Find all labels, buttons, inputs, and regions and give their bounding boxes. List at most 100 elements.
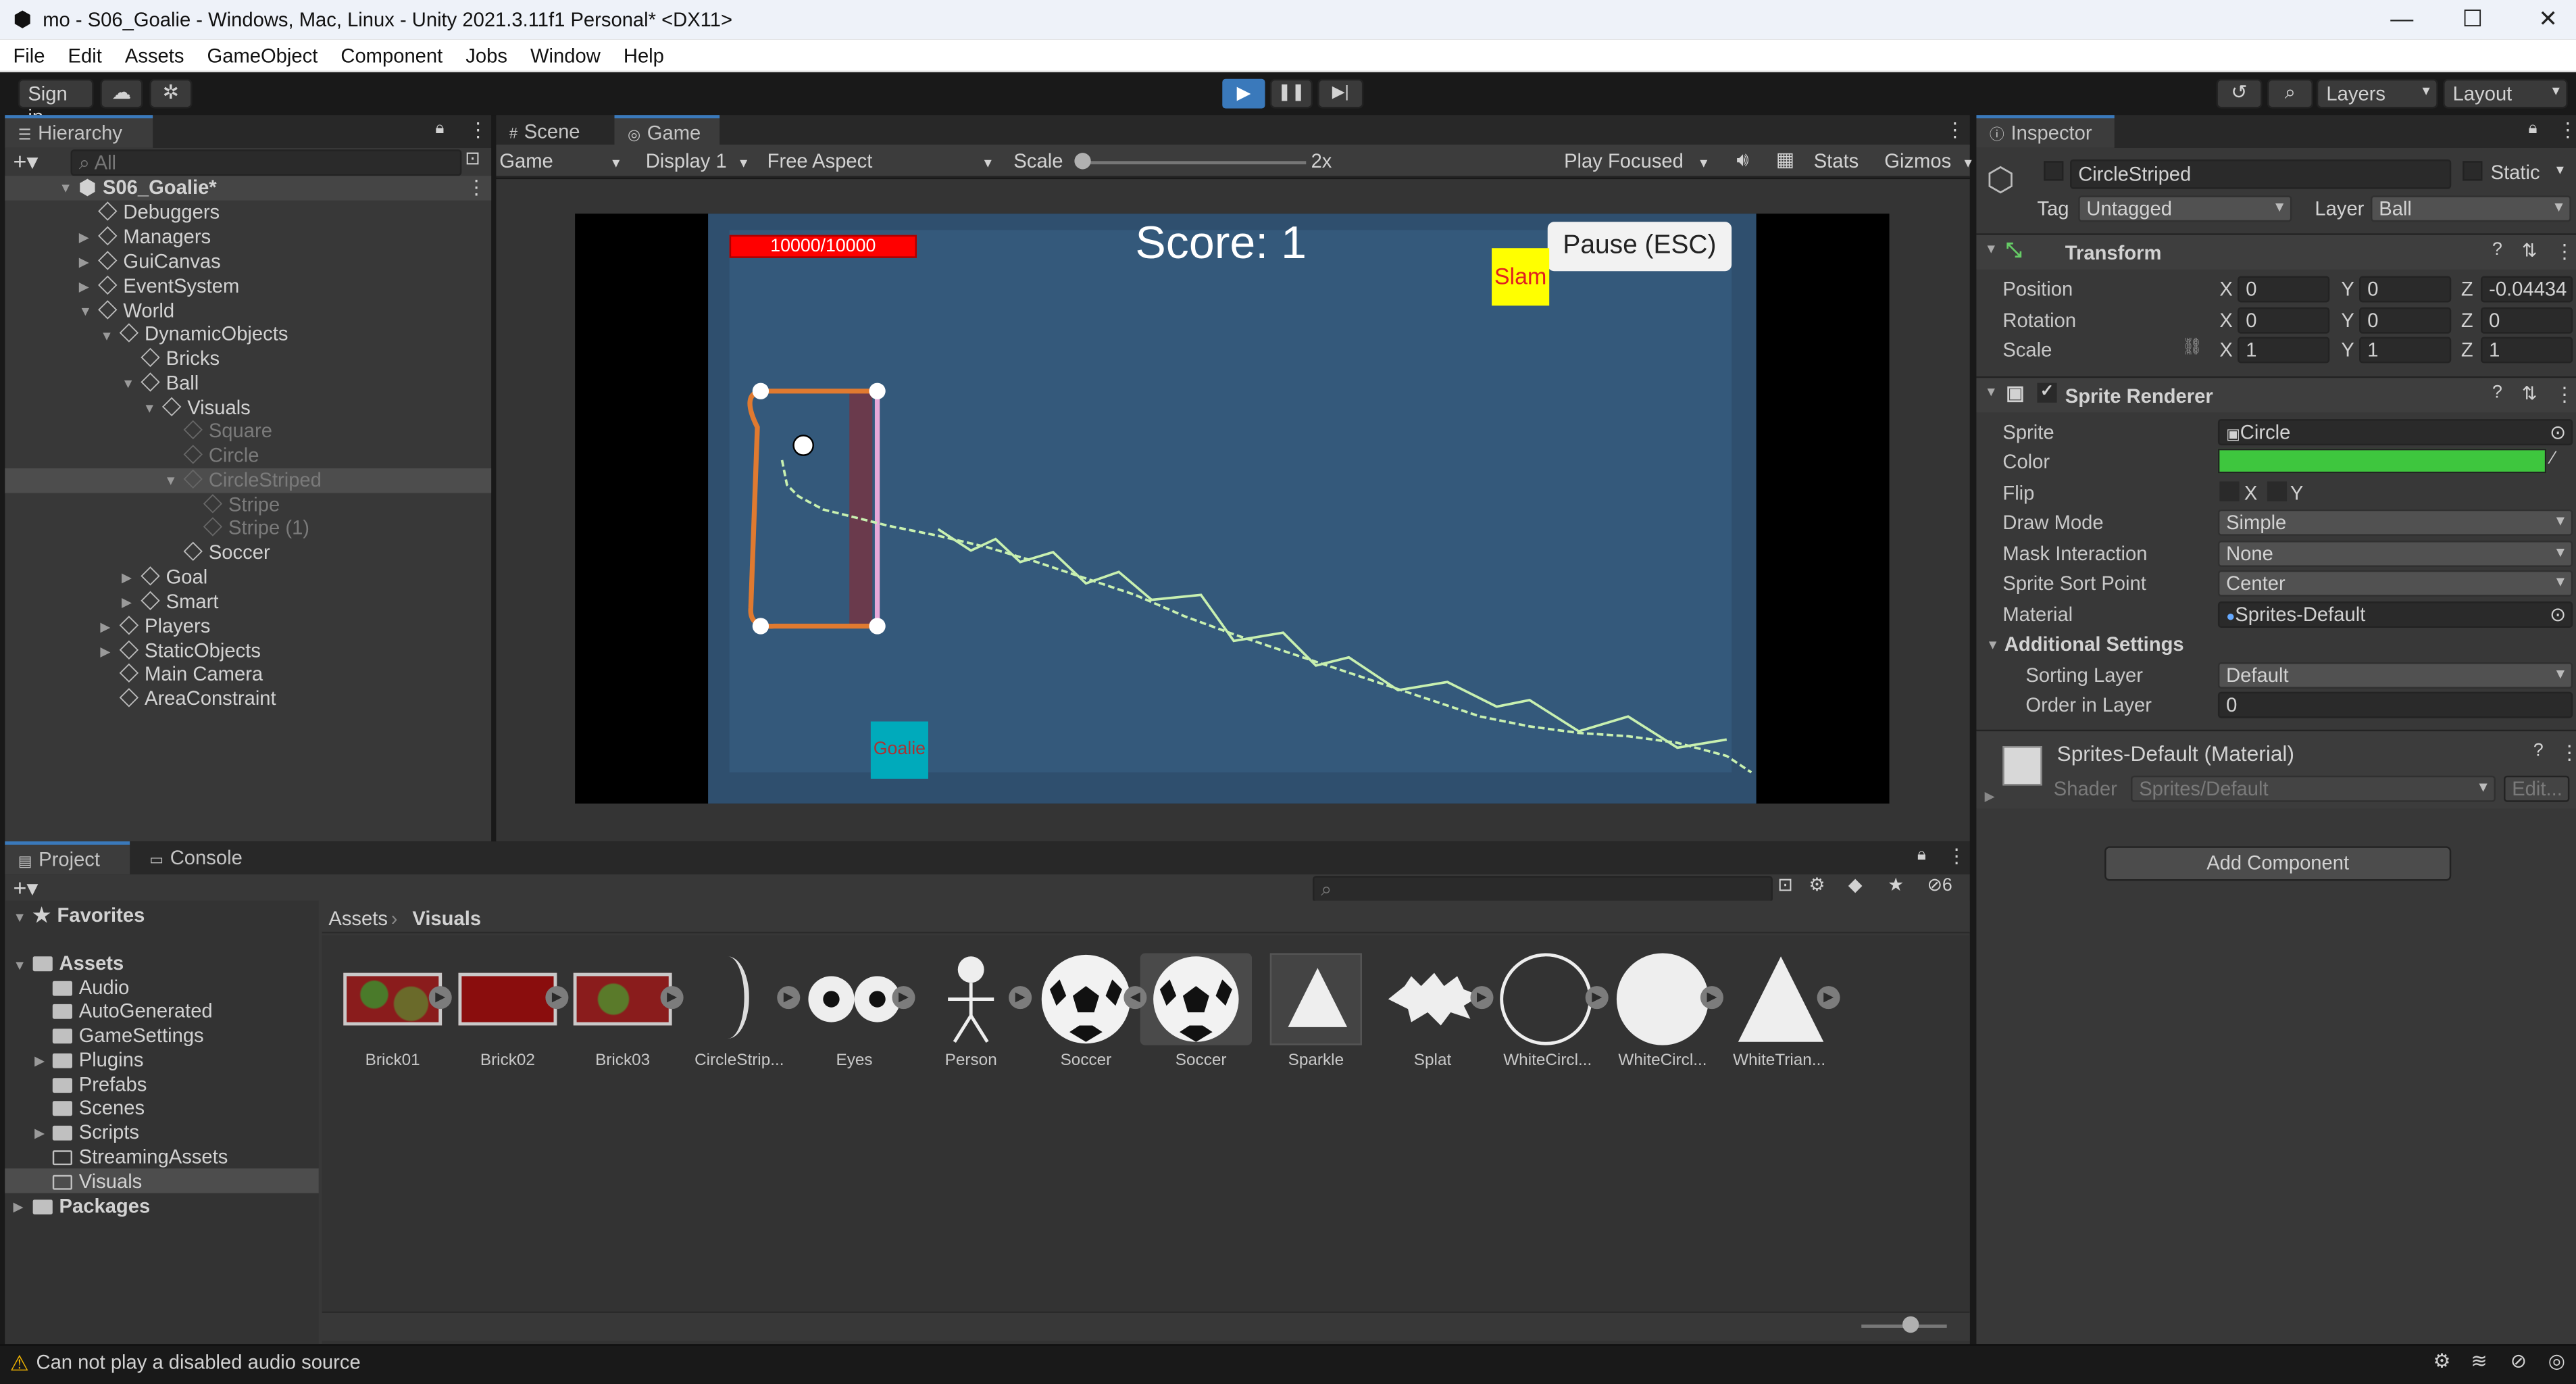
folder-item[interactable]: Scripts bbox=[52, 1120, 139, 1144]
slam-button[interactable]: Slam bbox=[1492, 248, 1550, 306]
kebab-menu-icon[interactable]: ⋮ bbox=[1947, 845, 1967, 868]
preset-icon[interactable]: ⇅ bbox=[2522, 383, 2537, 404]
help-icon[interactable]: ? bbox=[2533, 741, 2544, 761]
hierarchy-item[interactable]: DynamicObjects bbox=[119, 322, 288, 347]
tab-inspector[interactable]: ⓘ Inspector bbox=[1976, 115, 2115, 148]
tab-scene[interactable]: # Scene bbox=[496, 115, 611, 148]
expand-play-icon[interactable]: ▶ bbox=[428, 986, 452, 1010]
white-triangle-thumbnail[interactable] bbox=[1732, 953, 1830, 1045]
aspect-dropdown[interactable]: Free Aspect ▾ bbox=[767, 149, 992, 172]
shader-edit-button[interactable]: Edit... bbox=[2504, 775, 2570, 802]
game-field[interactable]: 10000/10000 Score: 1 Pause (ESC) Slam Go… bbox=[708, 214, 1757, 804]
hierarchy-item[interactable]: Square bbox=[183, 419, 272, 443]
brick-asset-thumbnail[interactable] bbox=[343, 953, 443, 1045]
folder-item[interactable]: Audio bbox=[52, 976, 129, 999]
position-y-field[interactable]: 0 bbox=[2359, 276, 2452, 303]
menu-window[interactable]: Window bbox=[517, 39, 611, 68]
menu-edit[interactable]: Edit bbox=[55, 39, 111, 68]
help-icon[interactable]: ? bbox=[2492, 383, 2502, 403]
menu-component[interactable]: Component bbox=[328, 39, 453, 68]
asset-label[interactable]: Splat bbox=[1375, 1052, 1490, 1070]
eyedropper-icon[interactable]: ⁄ bbox=[2552, 449, 2554, 468]
collab-icon[interactable]: ✲ bbox=[149, 78, 193, 109]
folder-item[interactable]: GameSettings bbox=[52, 1024, 204, 1047]
static-checkbox[interactable] bbox=[2463, 161, 2483, 181]
hierarchy-search-input[interactable]: ⌕ All bbox=[70, 149, 462, 176]
kebab-menu-icon[interactable]: ⋮ bbox=[468, 118, 488, 141]
asset-label[interactable]: Person bbox=[913, 1052, 1028, 1070]
hierarchy-item[interactable]: Visuals bbox=[161, 396, 251, 420]
scale-slider[interactable] bbox=[1079, 161, 1307, 165]
breadcrumb-assets[interactable]: Assets bbox=[328, 907, 388, 930]
tab-console[interactable]: ▭ Console bbox=[136, 841, 261, 874]
menu-help[interactable]: Help bbox=[610, 39, 674, 68]
active-checkbox[interactable] bbox=[2044, 161, 2064, 181]
add-icon[interactable]: +▾ bbox=[13, 874, 38, 902]
expand-play-icon[interactable]: ▶ bbox=[545, 986, 569, 1010]
circle-striped-thumbnail[interactable] bbox=[690, 953, 788, 1045]
asset-label[interactable]: Brick01 bbox=[335, 1052, 450, 1070]
hierarchy-item[interactable]: Bricks bbox=[141, 347, 220, 371]
folder-item-selected[interactable]: Visuals bbox=[52, 1170, 142, 1193]
asset-label[interactable]: Soccer bbox=[1144, 1052, 1259, 1070]
asset-label[interactable]: WhiteCircl... bbox=[1605, 1052, 1720, 1070]
play-focused-dropdown[interactable]: Play Focused ▾ bbox=[1564, 149, 1707, 172]
draw-mode-dropdown[interactable]: Simple bbox=[2217, 509, 2573, 536]
sprite-renderer-header[interactable]: ▼ ▣ ✓ Sprite Renderer ? ⇅ ⋮ bbox=[1976, 376, 2576, 413]
folder-item[interactable]: StreamingAssets bbox=[52, 1145, 228, 1168]
menu-jobs[interactable]: Jobs bbox=[453, 39, 517, 68]
splat-thumbnail[interactable] bbox=[1385, 953, 1484, 1045]
cloud-icon[interactable]: ☁ bbox=[100, 78, 143, 109]
sparkle-thumbnail[interactable] bbox=[1269, 953, 1369, 1045]
tab-game[interactable]: ◎ Game bbox=[614, 115, 720, 148]
menu-file[interactable]: File bbox=[0, 39, 55, 68]
scene-root[interactable]: ⬢ S06_Goalie* bbox=[79, 176, 217, 200]
position-x-field[interactable]: 0 bbox=[2238, 276, 2330, 303]
label-icon[interactable]: ◆ bbox=[1848, 874, 1863, 895]
search-by-type-icon[interactable]: ⊡ bbox=[1777, 874, 1792, 895]
flip-y-checkbox[interactable] bbox=[2267, 481, 2288, 501]
color-swatch[interactable] bbox=[2217, 448, 2547, 474]
soccer-ball-thumbnail-selected[interactable] bbox=[1140, 953, 1253, 1045]
expand-play-icon[interactable]: ▶ bbox=[1470, 986, 1494, 1010]
expand-play-icon[interactable]: ▶ bbox=[1700, 986, 1723, 1010]
hierarchy-item[interactable]: Stripe (1) bbox=[203, 516, 309, 541]
pause-button[interactable]: ❚❚ bbox=[1269, 78, 1313, 109]
debug-icon[interactable]: ⚙ bbox=[2433, 1350, 2450, 1373]
lock-icon[interactable]: 🔒︎ bbox=[2529, 120, 2537, 139]
folder-item[interactable]: Prefabs bbox=[52, 1073, 147, 1096]
collapse-play-icon[interactable]: ◀ bbox=[1123, 986, 1147, 1010]
asset-label[interactable]: Brick02 bbox=[450, 1052, 565, 1070]
thumbnail-size-handle[interactable] bbox=[1902, 1316, 1919, 1333]
help-icon[interactable]: ? bbox=[2492, 240, 2502, 260]
assets-folder[interactable]: Assets bbox=[32, 952, 124, 974]
rotation-y-field[interactable]: 0 bbox=[2359, 307, 2452, 334]
order-in-layer-field[interactable]: 0 bbox=[2217, 691, 2573, 718]
hierarchy-item[interactable]: Circle bbox=[183, 444, 259, 468]
maximize-button[interactable]: ☐ bbox=[2448, 5, 2497, 32]
sprite-field[interactable]: ▣Circle ⊙ bbox=[2217, 419, 2573, 446]
hierarchy-item[interactable]: World bbox=[98, 299, 174, 324]
asset-label[interactable]: Eyes bbox=[797, 1052, 911, 1070]
hierarchy-item[interactable]: Players bbox=[119, 614, 210, 639]
position-z-field[interactable]: -0.04434 bbox=[2481, 276, 2573, 303]
packages-folder[interactable]: Packages bbox=[32, 1195, 150, 1218]
asset-label[interactable]: CircleStrip... bbox=[682, 1052, 797, 1070]
expand-arrow-icon[interactable]: ▼ bbox=[59, 180, 72, 195]
asset-label[interactable]: WhiteTrian... bbox=[1722, 1052, 1837, 1070]
expand-play-icon[interactable]: ▶ bbox=[892, 986, 915, 1010]
shader-dropdown[interactable]: Sprites/Default bbox=[2131, 775, 2496, 802]
sort-point-dropdown[interactable]: Center bbox=[2217, 570, 2573, 597]
hierarchy-item[interactable]: AreaConstraint bbox=[119, 687, 276, 711]
hierarchy-item[interactable]: Debuggers bbox=[98, 201, 220, 225]
sorting-layer-dropdown[interactable]: Default bbox=[2217, 662, 2573, 689]
minimize-button[interactable]: — bbox=[2377, 5, 2427, 31]
gameobject-name-input[interactable]: CircleStriped bbox=[2070, 159, 2452, 189]
layer-dropdown[interactable]: Ball bbox=[2371, 195, 2571, 222]
folder-item[interactable]: AutoGenerated bbox=[52, 999, 213, 1022]
menu-assets[interactable]: Assets bbox=[111, 39, 194, 68]
layers-dropdown[interactable]: Layers ▾ bbox=[2316, 78, 2438, 109]
hierarchy-item[interactable]: Main Camera bbox=[119, 662, 263, 687]
expand-play-icon[interactable]: ▶ bbox=[777, 986, 801, 1010]
component-menu-icon[interactable]: ⋮ bbox=[2560, 741, 2576, 764]
